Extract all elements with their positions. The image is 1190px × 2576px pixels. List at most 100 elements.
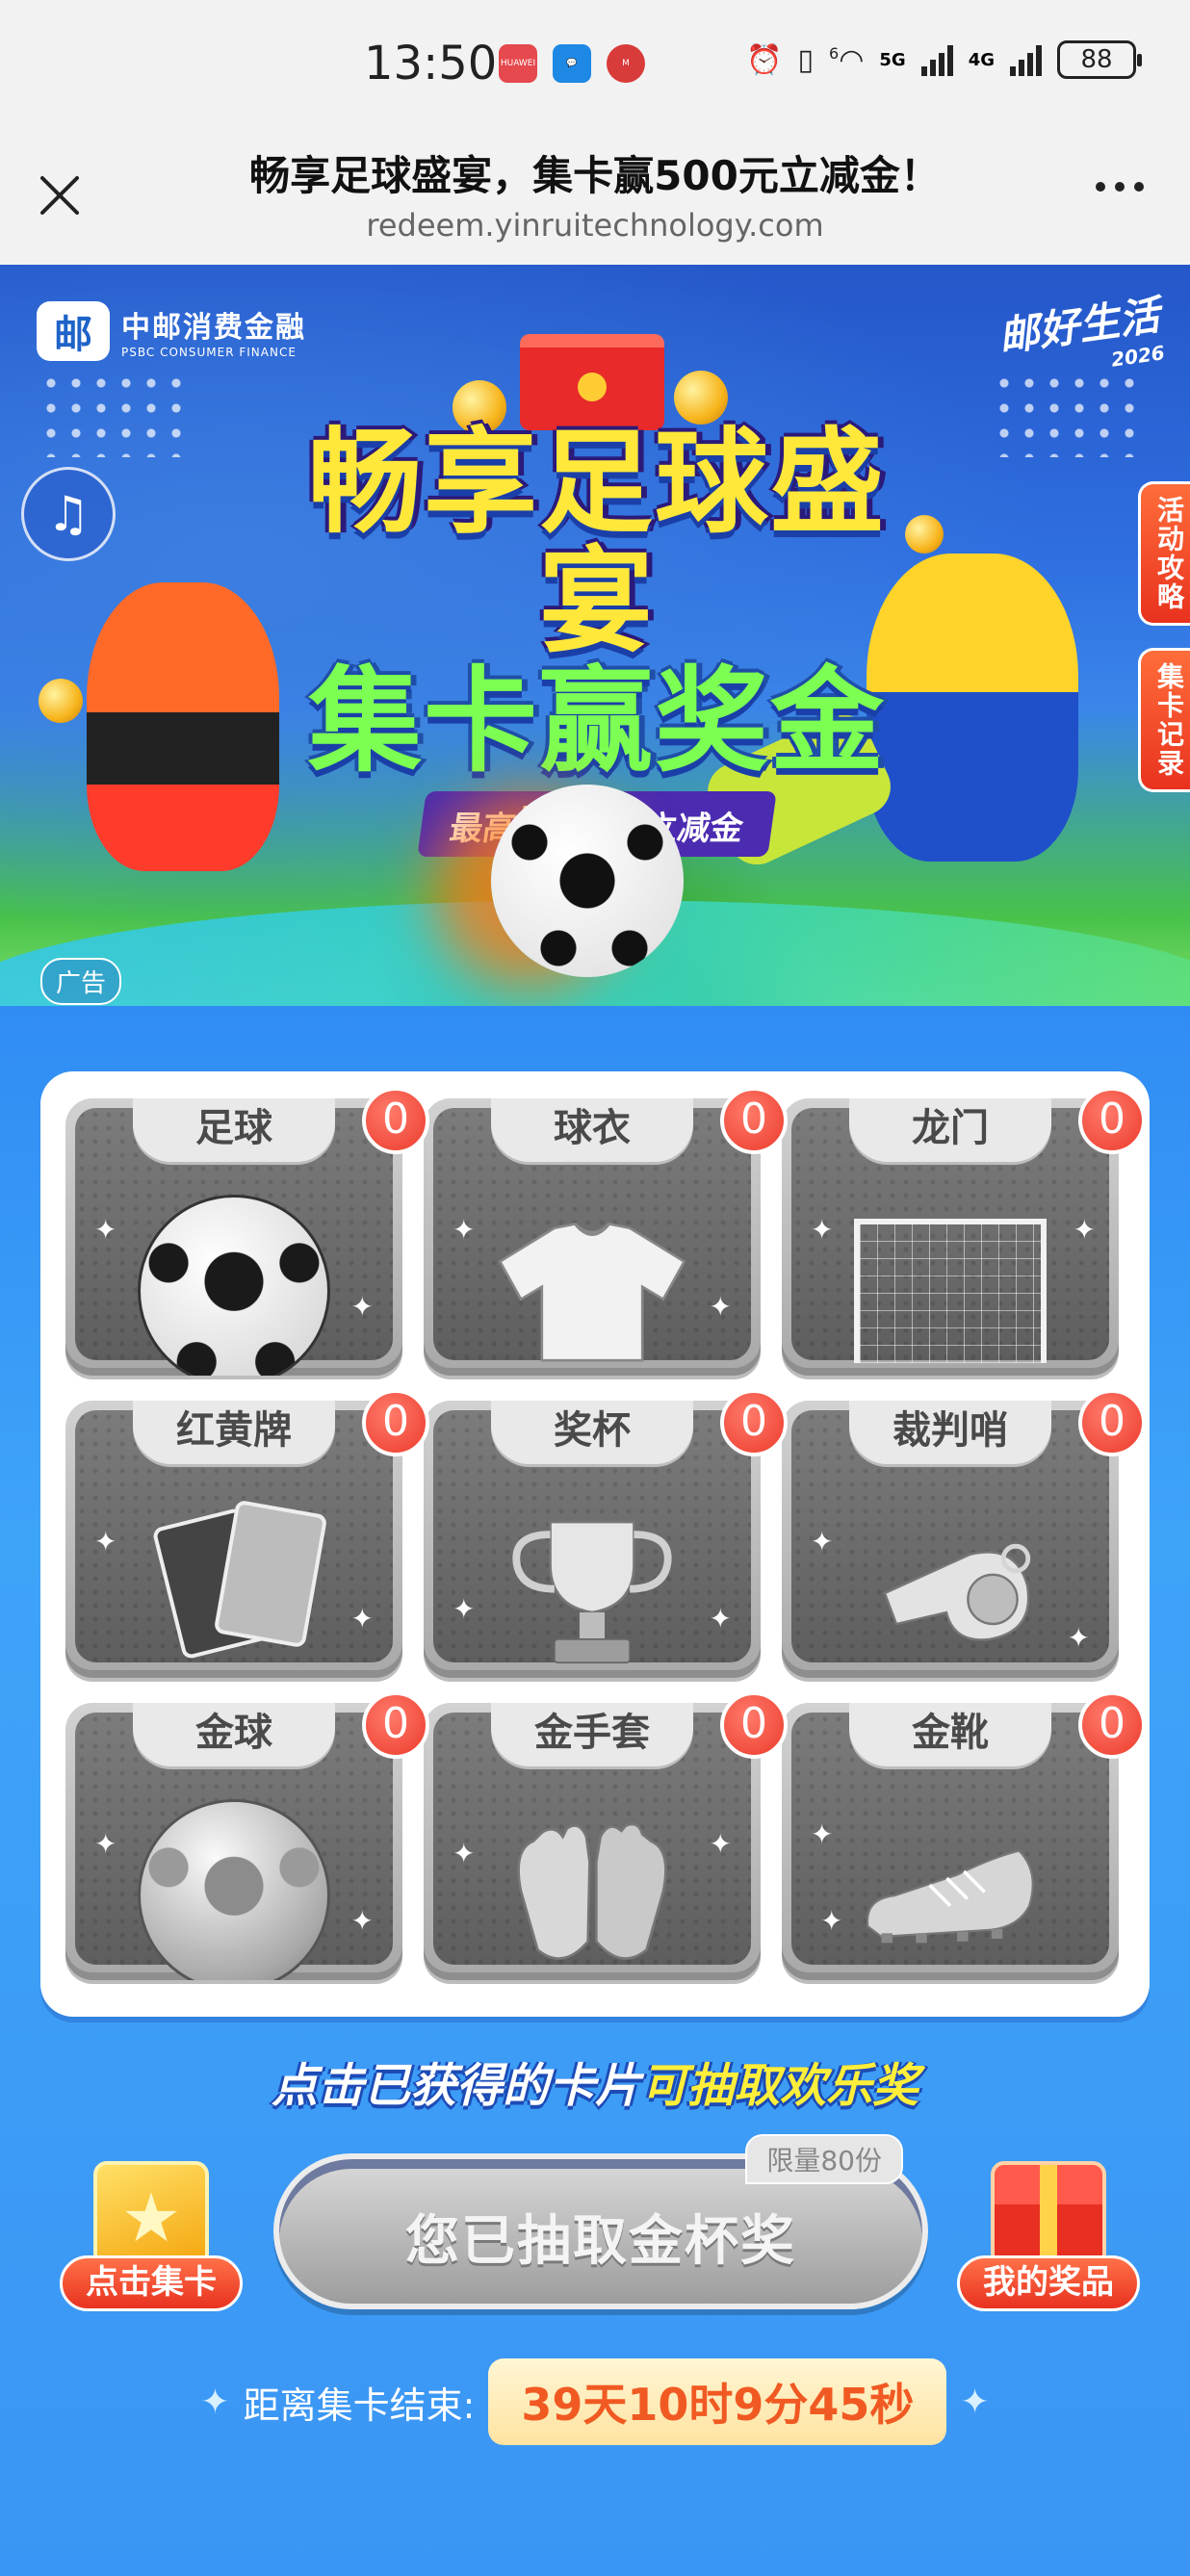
- sparkle-icon: ✦: [1067, 1622, 1090, 1654]
- card-frame: 金靴 ✦ ✦: [782, 1703, 1119, 1980]
- my-prizes-button[interactable]: 我的奖品: [957, 2161, 1140, 2315]
- card-label: 奖杯: [491, 1401, 693, 1464]
- psbc-logo-mark-icon: 邮: [37, 301, 110, 361]
- soccer-ball-icon: [138, 1190, 330, 1376]
- card-frame: 球衣 ✦ ✦: [424, 1098, 761, 1376]
- sparkle-icon: ✦: [453, 1214, 476, 1246]
- card-label: 金手套: [491, 1703, 693, 1766]
- card-goal[interactable]: 龙门 ✦ ✦ 0: [782, 1087, 1146, 1387]
- sparkle-icon: ✦: [350, 1603, 374, 1635]
- card-frame: 裁判哨 ✦ ✦: [782, 1401, 1119, 1678]
- card-frame: 奖杯 ✦ ✦: [424, 1401, 761, 1678]
- collect-cards-label: 点击集卡: [60, 2255, 243, 2311]
- card-golden-ball[interactable]: 金球 ✦ ✦ 0: [65, 1691, 429, 1992]
- card-count-badge: 0: [1078, 1389, 1146, 1456]
- limit-badge: 限量80份: [745, 2134, 903, 2184]
- network-1-label: 5G: [879, 49, 906, 70]
- draw-prize-label: 您已抽取金杯奖: [405, 2210, 796, 2273]
- draw-hint: 点击已获得的卡片可抽取欢乐奖: [0, 2048, 1190, 2115]
- card-count-badge: 0: [362, 1087, 429, 1154]
- card-stack-icon: [93, 2161, 209, 2267]
- collect-cards-button[interactable]: 点击集卡: [60, 2161, 243, 2315]
- card-count-badge: 0: [1078, 1087, 1146, 1154]
- card-count-badge: 0: [362, 1389, 429, 1456]
- vibrate-icon: ▯: [797, 42, 814, 77]
- card-label: 龙门: [849, 1098, 1051, 1162]
- card-trophy[interactable]: 奖杯 ✦ ✦ 0: [424, 1389, 788, 1689]
- alarm-icon: ⏰: [746, 42, 783, 77]
- bank-app-icon: M: [607, 44, 645, 83]
- status-time: 13:50: [364, 37, 498, 90]
- logo-cn-text: 中邮消费金融: [121, 311, 306, 345]
- card-collection-panel: 足球 ✦ ✦ 0 球衣 ✦ ✦ 0 龙门 ✦ ✦ 0 红黄牌 ✦ ✦ 0 奖杯 …: [40, 1071, 1150, 2017]
- stadium-lights-left: [39, 371, 193, 457]
- whistle-icon: [854, 1492, 1047, 1656]
- card-frame: 红黄牌 ✦ ✦: [65, 1401, 402, 1678]
- sparkle-icon: ✦: [709, 1828, 732, 1860]
- sparkle-icon: ✦: [960, 2382, 990, 2422]
- card-golden-boot[interactable]: 金靴 ✦ ✦ 0: [782, 1691, 1146, 1992]
- draw-prize-button[interactable]: 限量80份 您已抽取金杯奖: [273, 2134, 928, 2309]
- hero-banner: 邮 中邮消费金融 PSBC CONSUMER FINANCE 邮好生活 2026…: [0, 265, 1190, 1006]
- my-prizes-label: 我的奖品: [957, 2255, 1140, 2311]
- draw-hint-part-2: 可抽取欢乐奖: [641, 2059, 919, 2113]
- page-title: 畅享足球盛宴，集卡赢500元立减金！: [249, 152, 941, 199]
- golden-boot-icon: [854, 1794, 1047, 1958]
- browser-header: 畅享足球盛宴，集卡赢500元立减金！ redeem.yinruitechnolo…: [0, 130, 1190, 265]
- card-whistle[interactable]: 裁判哨 ✦ ✦ 0: [782, 1389, 1146, 1689]
- gold-coin-icon: [39, 679, 83, 723]
- music-toggle-button[interactable]: ♫: [21, 467, 116, 561]
- sparkle-icon: ✦: [820, 1905, 843, 1937]
- draw-hint-part-1: 点击已获得的卡片: [271, 2059, 641, 2113]
- card-label: 红黄牌: [133, 1401, 335, 1464]
- ad-tag: 广告: [40, 958, 122, 1005]
- player-left-illustration: [87, 582, 279, 871]
- card-football[interactable]: 足球 ✦ ✦ 0: [65, 1087, 429, 1387]
- golden-ball-icon: [138, 1794, 330, 1980]
- card-frame: 龙门 ✦ ✦: [782, 1098, 1119, 1376]
- card-count-badge: 0: [720, 1691, 788, 1759]
- sparkle-icon: ✦: [709, 1291, 732, 1323]
- wifi-icon: 6◠: [829, 42, 865, 77]
- headline-line-2: 集卡赢奖金: [307, 654, 886, 787]
- card-count-badge: 0: [720, 1087, 788, 1154]
- side-tab-guide[interactable]: 活动攻略: [1138, 481, 1190, 626]
- huawei-app-icon: HUAWEI: [499, 44, 537, 83]
- card-label: 金球: [133, 1703, 335, 1766]
- countdown-label: 距离集卡结束:: [243, 2383, 476, 2427]
- jersey-icon: [496, 1190, 688, 1362]
- referee-cards-icon: [138, 1492, 330, 1661]
- soccer-ball-illustration: [491, 785, 684, 977]
- card-red-yellow-cards[interactable]: 红黄牌 ✦ ✦ 0: [65, 1389, 429, 1689]
- card-frame: 足球 ✦ ✦: [65, 1098, 402, 1376]
- card-jersey[interactable]: 球衣 ✦ ✦ 0: [424, 1087, 788, 1387]
- status-icons: ⏰ ▯ 6◠ 5G 4G 88: [746, 40, 1142, 79]
- sparkle-icon: ✦: [350, 1905, 374, 1937]
- goal-icon: [854, 1190, 1047, 1363]
- sparkle-icon: ✦: [350, 1291, 374, 1323]
- side-tab-records[interactable]: 集卡记录: [1138, 648, 1190, 792]
- campaign-page: 邮 中邮消费金融 PSBC CONSUMER FINANCE 邮好生活 2026…: [0, 265, 1190, 2576]
- more-dot-icon: [1115, 182, 1125, 192]
- card-count-badge: 0: [362, 1691, 429, 1759]
- sparkle-icon: ✦: [811, 1526, 834, 1558]
- message-app-icon: 💬: [553, 44, 591, 83]
- sparkle-icon: ✦: [94, 1214, 117, 1246]
- signal-2-icon: [1010, 43, 1042, 76]
- headline-line-1: 畅享足球盛宴: [307, 416, 886, 668]
- sparkle-icon: ✦: [94, 1526, 117, 1558]
- sparkle-icon: ✦: [453, 1838, 476, 1869]
- card-label: 足球: [133, 1098, 335, 1162]
- sparkle-icon: ✦: [709, 1603, 732, 1635]
- card-golden-glove[interactable]: 金手套 ✦ ✦ 0: [424, 1691, 788, 1992]
- card-label: 裁判哨: [849, 1401, 1051, 1464]
- psbc-logo: 邮 中邮消费金融 PSBC CONSUMER FINANCE: [37, 301, 306, 361]
- card-count-badge: 0: [1078, 1691, 1146, 1759]
- more-menu-button[interactable]: [1096, 182, 1144, 192]
- card-frame: 金球 ✦ ✦: [65, 1703, 402, 1980]
- card-label: 球衣: [491, 1098, 693, 1162]
- gift-box-icon: [991, 2161, 1106, 2267]
- card-frame: 金手套 ✦ ✦: [424, 1703, 761, 1980]
- sparkle-icon: ✦: [811, 1818, 834, 1850]
- sparkle-icon: ✦: [1073, 1214, 1096, 1246]
